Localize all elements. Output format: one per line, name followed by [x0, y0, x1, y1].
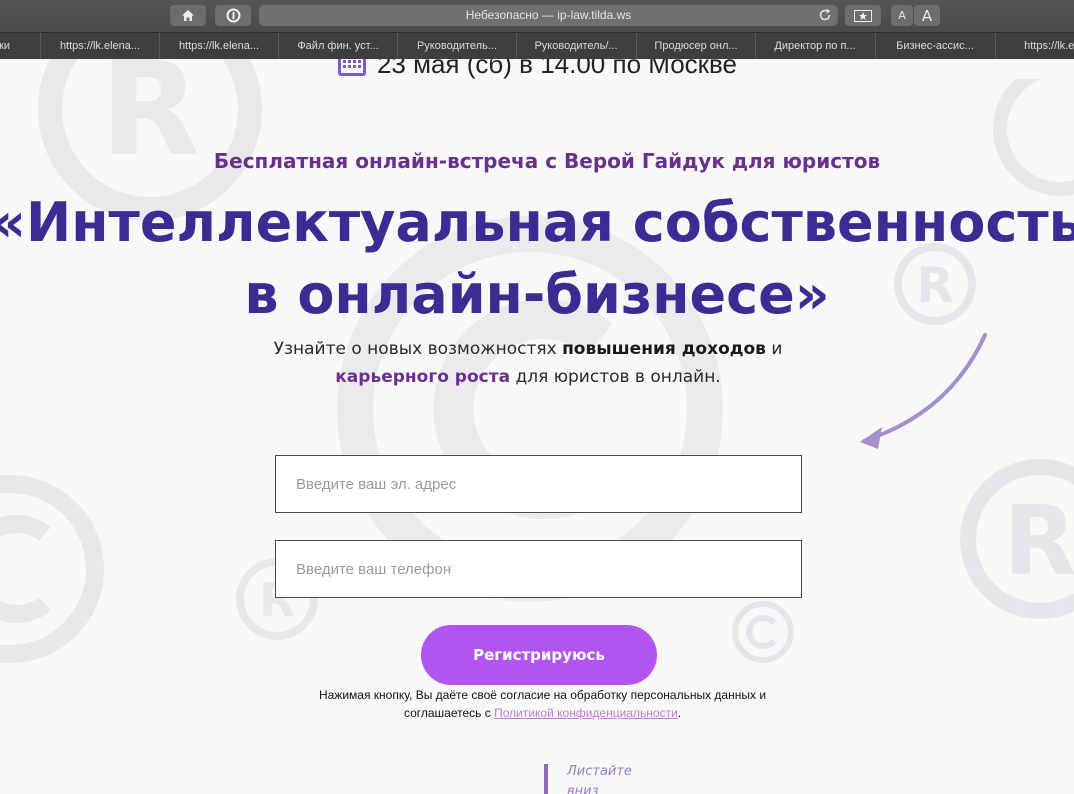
copyright-watermark-icon: [732, 601, 794, 663]
registered-watermark-icon: R: [960, 459, 1074, 619]
phone-input[interactable]: [275, 540, 802, 598]
browser-toolbar: Небезопасно — ip-law.tilda.ws A A: [0, 0, 1074, 32]
reader-view-icon: [854, 9, 872, 22]
privacy-policy-link[interactable]: Политикой конфиденциальности: [494, 706, 678, 720]
tab-item[interactable]: Бизнес-ассис...: [875, 33, 994, 59]
description-accent: карьерного роста: [335, 367, 511, 387]
event-date-text: 23 мая (сб) в 14.00 по Москве: [376, 59, 738, 79]
tab-bar: ...ки https://lk.elena... https://lk.ele…: [0, 32, 1074, 60]
scroll-hint-bar: [544, 764, 548, 794]
scroll-hint[interactable]: Листайте вниз: [567, 762, 657, 794]
reader-button[interactable]: [845, 5, 881, 26]
svg-text:R: R: [1003, 487, 1074, 597]
tab-item[interactable]: Файл фин. уст...: [278, 33, 397, 59]
address-bar[interactable]: Небезопасно — ip-law.tilda.ws: [259, 5, 838, 26]
tab-item[interactable]: https://lk.el...: [995, 33, 1074, 59]
page-title-line-2: в онлайн-бизнесе»: [244, 263, 830, 326]
home-button[interactable]: [170, 5, 206, 26]
register-button[interactable]: Регистрируюсь: [421, 625, 657, 685]
consent-text: соглашаетесь с: [403, 706, 495, 720]
font-smaller-button[interactable]: A: [891, 5, 913, 26]
home-icon: [182, 10, 194, 21]
reload-icon[interactable]: [818, 8, 832, 22]
consent-tail: .: [677, 706, 682, 720]
font-larger-button[interactable]: A: [914, 5, 940, 26]
page-title: «Интеллектуальная собственность в онлайн…: [0, 187, 1074, 331]
address-text: Небезопасно — ip-law.tilda.ws: [465, 8, 632, 22]
tab-item[interactable]: https://lk.elena...: [159, 33, 278, 59]
scroll-hint-line: вниз: [567, 784, 599, 794]
consent-text: Нажимая кнопку, Вы даёте своё согласие н…: [318, 688, 767, 702]
tab-item[interactable]: https://lk.elena...: [40, 33, 159, 59]
tab-item[interactable]: Руководитель/...: [516, 33, 635, 59]
description-text: для юристов в онлайн.: [510, 367, 721, 387]
consent-notice: Нажимая кнопку, Вы даёте своё согласие н…: [0, 686, 1074, 722]
scroll-hint-line: Листайте: [567, 764, 632, 779]
email-input[interactable]: [275, 455, 802, 513]
description-text: Узнайте о новых возможностях: [273, 339, 563, 359]
page-title-line-1: «Интеллектуальная собственность: [0, 191, 1074, 254]
tab-item[interactable]: Руководитель...: [397, 33, 516, 59]
password-manager-button[interactable]: [215, 5, 251, 26]
event-date: 23 мая (сб) в 14.00 по Москве: [0, 59, 1074, 80]
1password-icon: [226, 8, 240, 23]
description-bold: повышения доходов: [562, 339, 766, 359]
copyright-watermark-icon: [0, 475, 104, 663]
tab-item[interactable]: Директор по п...: [755, 33, 874, 59]
landing-page: R R R R 23 мая (сб) в 14.00 по Москве Бе…: [0, 59, 1074, 794]
calendar-icon: [337, 59, 366, 76]
arrow-icon: [860, 333, 987, 449]
event-subtitle: Бесплатная онлайн-встреча с Верой Гайдук…: [213, 149, 881, 173]
tab-item[interactable]: Продюсер онл...: [636, 33, 755, 59]
description-text: и: [765, 339, 783, 359]
